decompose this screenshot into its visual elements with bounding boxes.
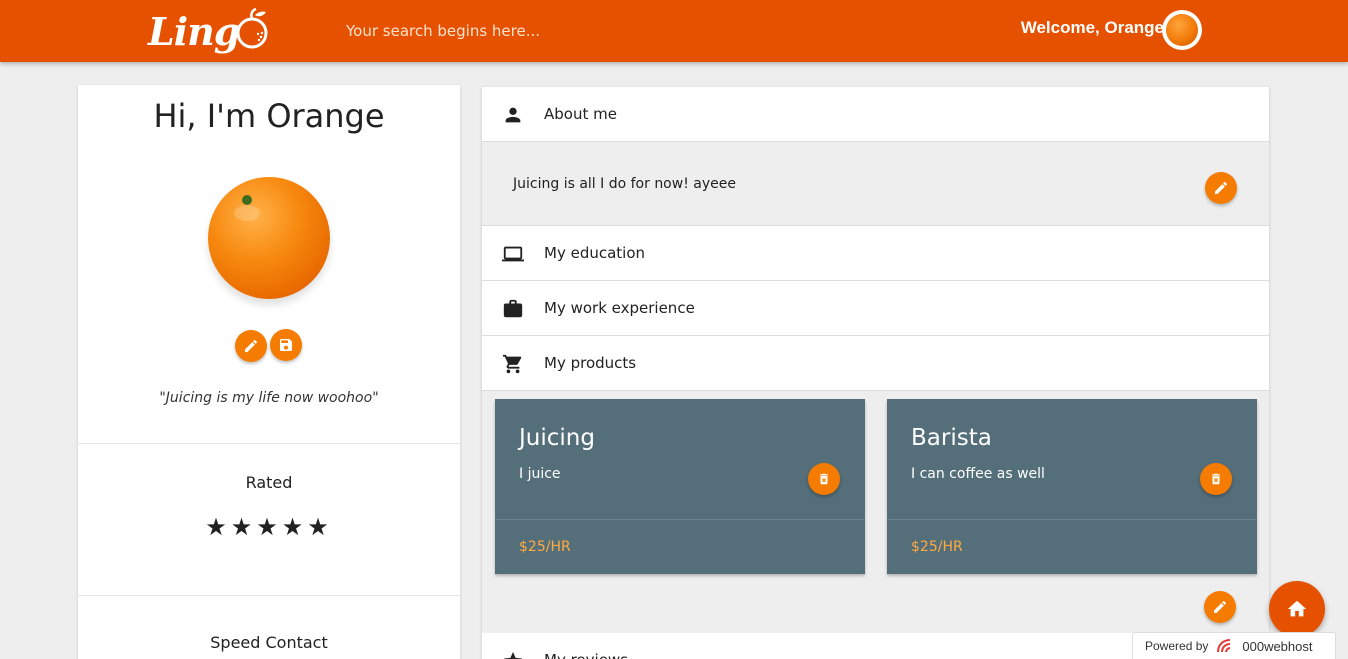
product-divider (495, 519, 865, 520)
section-about-me-label: About me (544, 105, 617, 123)
product-card: Juicing I juice $25/HR (495, 399, 865, 574)
speed-contact-label: Speed Contact (210, 633, 328, 652)
logo-text: Ling (148, 8, 240, 54)
section-education-label: My education (544, 244, 646, 262)
product-price: $25/HR (911, 539, 963, 555)
divider (78, 443, 460, 444)
rated-label: Rated (245, 473, 293, 492)
rating-stars: ★★★★★ (205, 513, 333, 541)
trash-icon (1211, 473, 1221, 485)
top-navbar: Ling Welcome, Orange (0, 0, 1348, 62)
profile-quote: "Juicing is my life now woohoo" (159, 390, 379, 406)
logo[interactable]: Ling (148, 6, 269, 56)
product-price: $25/HR (519, 539, 571, 555)
home-button[interactable] (1269, 581, 1325, 637)
save-icon (280, 339, 292, 351)
product-description: I juice (519, 466, 561, 482)
edit-profile-button[interactable] (235, 330, 267, 362)
delete-product-button[interactable] (808, 463, 840, 495)
edit-about-button[interactable] (1205, 172, 1237, 204)
section-education[interactable]: My education (482, 226, 1269, 281)
webhost-logo-icon (1216, 638, 1238, 654)
webhost-brand: 000webhost (1242, 638, 1313, 654)
section-work-experience[interactable]: My work experience (482, 281, 1269, 336)
profile-image (208, 177, 330, 299)
section-products-label: My products (544, 354, 637, 372)
avatar-orange-image (1166, 14, 1198, 46)
powered-by-text: Powered by (1145, 639, 1209, 653)
profile-card: Hi, I'm Orange "Juicing is my life now w… (78, 85, 460, 659)
person-icon (501, 104, 525, 126)
section-products[interactable]: My products (482, 336, 1269, 391)
pencil-icon (1215, 181, 1228, 194)
orange-stem (242, 195, 252, 205)
orange-logo-icon (236, 7, 268, 49)
trash-icon (819, 473, 829, 485)
home-icon (1287, 600, 1307, 617)
star-icon (501, 650, 525, 659)
product-title: Barista (911, 425, 992, 451)
avatar[interactable] (1162, 10, 1202, 50)
profile-greeting: Hi, I'm Orange (153, 97, 385, 135)
product-description: I can coffee as well (911, 466, 1045, 482)
cart-icon (501, 353, 525, 375)
pencil-icon (245, 339, 258, 352)
delete-product-button[interactable] (1200, 463, 1232, 495)
orange-shine (234, 205, 260, 221)
section-work-label: My work experience (544, 299, 695, 317)
product-card: Barista I can coffee as well $25/HR (887, 399, 1257, 574)
pencil-icon (1214, 600, 1227, 613)
divider (78, 595, 460, 596)
about-me-content: Juicing is all I do for now! ayeee (482, 142, 1269, 226)
powered-by-badge[interactable]: Powered by 000webhost (1132, 632, 1336, 659)
product-title: Juicing (519, 425, 595, 451)
briefcase-icon (501, 298, 525, 320)
section-about-me[interactable]: About me (482, 87, 1269, 142)
profile-sections: About me Juicing is all I do for now! ay… (482, 87, 1269, 659)
laptop-icon (501, 243, 525, 265)
search-input[interactable] (346, 18, 766, 44)
products-content: Juicing I juice $25/HR Barista I can cof… (482, 391, 1269, 633)
edit-products-button[interactable] (1204, 591, 1236, 623)
save-profile-button[interactable] (270, 329, 302, 361)
welcome-text: Welcome, Orange (1020, 18, 1164, 37)
about-me-text: Juicing is all I do for now! ayeee (513, 176, 736, 192)
product-divider (887, 519, 1257, 520)
section-reviews-label: My reviews (544, 651, 628, 659)
